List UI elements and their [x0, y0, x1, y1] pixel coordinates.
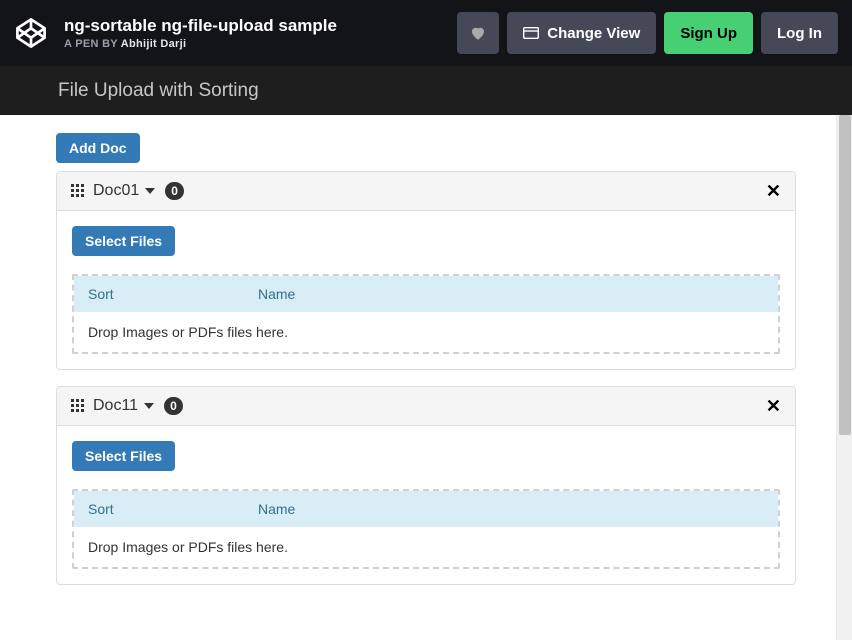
column-sort: Sort: [74, 491, 244, 527]
heart-button[interactable]: [457, 12, 499, 54]
sign-up-button[interactable]: Sign Up: [664, 12, 753, 54]
drop-zone[interactable]: Sort Name Drop Images or PDFs files here…: [72, 489, 780, 569]
doc-panel: Doc01 0 ✕ Select Files Sort Name Drop Im…: [56, 171, 796, 370]
dropzone-header: Sort Name: [74, 276, 778, 312]
panel-title: Doc01: [93, 182, 139, 200]
content: Add Doc Doc01 0 ✕ Select Files Sort Name…: [0, 115, 852, 640]
doc-panel: Doc11 0 ✕ Select Files Sort Name Drop Im…: [56, 386, 796, 585]
scrollbar-track[interactable]: [836, 115, 852, 640]
panel-title: Doc11: [93, 397, 138, 415]
pen-author[interactable]: Abhijit Darji: [121, 38, 187, 50]
panel-body: Select Files Sort Name Drop Images or PD…: [57, 211, 795, 369]
drag-handle-icon[interactable]: [71, 184, 85, 198]
column-name: Name: [244, 491, 778, 527]
chevron-down-icon[interactable]: [144, 403, 154, 409]
page-title: File Upload with Sorting: [58, 80, 259, 102]
scrollbar-thumb[interactable]: [839, 115, 851, 435]
chevron-down-icon[interactable]: [145, 188, 155, 194]
add-doc-button[interactable]: Add Doc: [56, 133, 140, 163]
top-bar: ng-sortable ng-file-upload sample A PEN …: [0, 0, 852, 66]
select-files-button[interactable]: Select Files: [72, 226, 175, 256]
pen-title: ng-sortable ng-file-upload sample: [64, 16, 337, 36]
close-icon[interactable]: ✕: [766, 397, 781, 415]
panel-header[interactable]: Doc11 0 ✕: [57, 387, 795, 426]
dropzone-hint: Drop Images or PDFs files here.: [74, 527, 778, 567]
dropzone-header: Sort Name: [74, 491, 778, 527]
log-in-label: Log In: [777, 25, 822, 42]
file-count-badge: 0: [164, 397, 183, 415]
heart-icon: [469, 24, 487, 42]
column-name: Name: [244, 276, 778, 312]
select-files-button[interactable]: Select Files: [72, 441, 175, 471]
sub-header: File Upload with Sorting: [0, 66, 852, 115]
file-count-badge: 0: [165, 182, 184, 200]
byline-prefix: A PEN BY: [64, 38, 121, 50]
close-icon[interactable]: ✕: [766, 182, 781, 200]
dropzone-hint: Drop Images or PDFs files here.: [74, 312, 778, 352]
log-in-button[interactable]: Log In: [761, 12, 838, 54]
panel-body: Select Files Sort Name Drop Images or PD…: [57, 426, 795, 584]
codepen-logo: [14, 16, 48, 50]
view-icon: [523, 27, 539, 39]
drop-zone[interactable]: Sort Name Drop Images or PDFs files here…: [72, 274, 780, 354]
title-block: ng-sortable ng-file-upload sample A PEN …: [64, 16, 337, 50]
change-view-label: Change View: [547, 25, 640, 42]
sign-up-label: Sign Up: [680, 25, 737, 42]
drag-handle-icon[interactable]: [71, 399, 85, 413]
panel-header[interactable]: Doc01 0 ✕: [57, 172, 795, 211]
change-view-button[interactable]: Change View: [507, 12, 656, 54]
content-viewport: Add Doc Doc01 0 ✕ Select Files Sort Name…: [0, 115, 852, 640]
pen-byline: A PEN BY Abhijit Darji: [64, 38, 337, 50]
column-sort: Sort: [74, 276, 244, 312]
